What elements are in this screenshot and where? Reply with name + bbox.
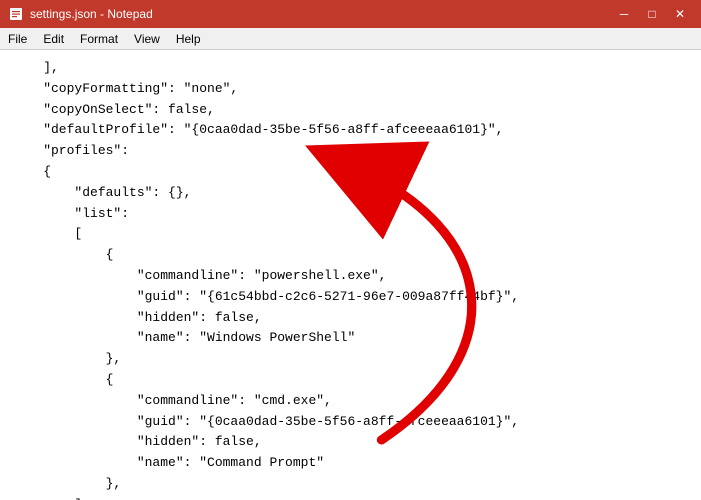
close-button[interactable]: ✕ — [667, 4, 693, 24]
code-line: }, — [12, 349, 689, 370]
code-line: "copyFormatting": "none", — [12, 79, 689, 100]
code-line: "hidden": false, — [12, 308, 689, 329]
code-line: "commandline": "powershell.exe", — [12, 266, 689, 287]
code-line: [ — [12, 224, 689, 245]
menu-format[interactable]: Format — [72, 28, 126, 49]
code-line: ], — [12, 58, 689, 79]
code-line: "copyOnSelect": false, — [12, 100, 689, 121]
code-line: { — [12, 245, 689, 266]
app-icon — [8, 6, 24, 22]
code-content: ], "copyFormatting": "none", "copyOnSele… — [12, 58, 689, 500]
code-line: "commandline": "cmd.exe", — [12, 391, 689, 412]
menu-bar: File Edit Format View Help — [0, 28, 701, 50]
code-line: "defaultProfile": "{0caa0dad-35be-5f56-a… — [12, 120, 689, 141]
code-line: "list": — [12, 204, 689, 225]
menu-file[interactable]: File — [0, 28, 35, 49]
window-controls: ─ □ ✕ — [611, 4, 693, 24]
code-line: "guid": "{0caa0dad-35be-5f56-a8ff-afceee… — [12, 412, 689, 433]
minimize-button[interactable]: ─ — [611, 4, 637, 24]
code-line: "profiles": — [12, 141, 689, 162]
code-line: { — [12, 370, 689, 391]
code-line: }, — [12, 474, 689, 495]
title-bar: settings.json - Notepad ─ □ ✕ — [0, 0, 701, 28]
code-line: "defaults": {}, — [12, 183, 689, 204]
editor-area[interactable]: ], "copyFormatting": "none", "copyOnSele… — [0, 50, 701, 500]
code-line: { — [12, 162, 689, 183]
code-line: "guid": "{61c54bbd-c2c6-5271-96e7-009a87… — [12, 287, 689, 308]
maximize-button[interactable]: □ — [639, 4, 665, 24]
code-line: "name": "Windows PowerShell" — [12, 328, 689, 349]
menu-help[interactable]: Help — [168, 28, 209, 49]
window-title: settings.json - Notepad — [30, 7, 611, 21]
code-line: "name": "Command Prompt" — [12, 453, 689, 474]
menu-view[interactable]: View — [126, 28, 168, 49]
menu-edit[interactable]: Edit — [35, 28, 72, 49]
code-line: "hidden": false, — [12, 432, 689, 453]
code-line: ], — [12, 495, 689, 500]
